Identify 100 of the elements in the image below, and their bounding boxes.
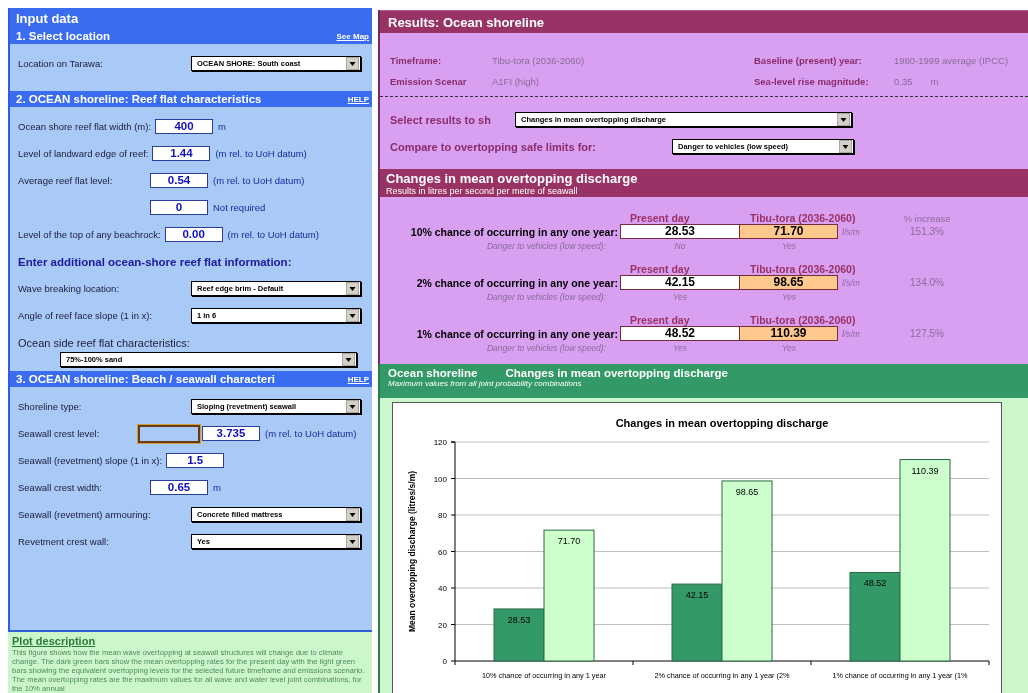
panel-title: Results: Ocean shoreline [380, 10, 1028, 33]
value-cell: 28.53 [620, 224, 740, 239]
danger-value: No [673, 241, 687, 251]
column-heading: Tibu-tora (2036-2060) [749, 263, 856, 275]
value-cell: 42.15 [620, 275, 740, 290]
input-field[interactable]: 0.65 [150, 480, 208, 495]
section-title: Changes in mean overtopping discharge [386, 171, 639, 186]
unit-label: (m rel. to UoH datum) [215, 148, 307, 159]
selected-cell[interactable] [138, 424, 200, 443]
input-field[interactable]: 0 [150, 200, 208, 215]
dropdown-arrow-icon [346, 309, 359, 322]
section-title: 2. OCEAN shoreline: Reef flat characteristics [16, 93, 262, 105]
field-label: Level of the top of any beachrock: [18, 229, 162, 240]
danger-value: Yes [671, 292, 689, 302]
unit-label: l/s/m [841, 277, 861, 288]
input-field[interactable]: 1.44 [152, 146, 211, 161]
column-heading: Present day [629, 212, 690, 224]
axis-tick-label: 120 [433, 438, 447, 447]
unit-label: l/s/m [841, 328, 861, 339]
input-field[interactable]: 0.54 [150, 173, 208, 188]
dropdown-arrow-icon [346, 535, 359, 548]
unit-label: m [930, 76, 939, 87]
percent-increase: 151.3% [909, 226, 945, 237]
data-label: 42.15 [685, 590, 709, 601]
column-heading: % increase [902, 213, 952, 224]
help-link[interactable]: See Map [336, 31, 369, 41]
field-label: Ocean side reef flat characteristics: [18, 337, 190, 349]
danger-label: Danger to vehicles (low speed): [485, 241, 607, 251]
axis-tick-label: 0 [442, 657, 447, 666]
section-subtitle: Results in litres per second per metre of seawall [386, 186, 579, 196]
input-field[interactable]: 400 [155, 119, 214, 134]
column-heading: Tibu-tora (2036-2060) [749, 212, 856, 224]
info-value: Tibu-tora (2036-2060) [492, 55, 585, 66]
section-title: 1. Select location [16, 30, 110, 42]
dropdown-arrow-icon [346, 400, 359, 413]
field-label: Shoreline type: [18, 401, 83, 412]
info-label: Emission Scenar [390, 76, 468, 89]
column-heading: Present day [629, 263, 690, 275]
value-cell: 98.65 [740, 275, 838, 290]
help-link[interactable]: HELP [347, 374, 369, 384]
field-label: Select results to sh [390, 113, 492, 126]
value-cell: 71.70 [740, 224, 838, 239]
field-label: Seawall (revetment) slope (1 in x): [18, 455, 164, 466]
data-label: 98.65 [735, 486, 759, 497]
info-label: Sea-level rise magnitude: [754, 76, 870, 89]
subheading: Enter additional ocean-shore reef flat information: [18, 255, 292, 268]
input-field[interactable]: 0.00 [164, 227, 223, 242]
value-cell: 110.39 [740, 326, 838, 341]
dropdown-arrow-icon [346, 282, 359, 295]
info-label: Baseline (present) year: [754, 55, 863, 68]
axis-tick-label: 100 [433, 474, 447, 484]
dropdown-arrow-icon [346, 57, 359, 70]
field-label: Seawall (revetment) armouring: [18, 509, 152, 520]
input-field[interactable]: 1.5 [166, 453, 225, 468]
danger-value: Yes [671, 343, 689, 353]
unit-label: l/s/m [841, 226, 861, 237]
chart-title: Changes in mean overtopping discharge [615, 417, 829, 429]
panel-title: Input data [10, 8, 372, 28]
field-label: Location on Tarawa: [18, 58, 104, 69]
danger-value: Yes [780, 241, 798, 251]
row-label: 10% chance of occurring in any one year: [409, 225, 619, 238]
unit-label: Not required [213, 202, 266, 213]
column-heading: Present day [629, 314, 690, 326]
field-label: Seawall crest level: [18, 428, 101, 439]
percent-increase: 127.5% [909, 328, 945, 339]
axis-title: Mean overtopping discharge (litres/s/m) [407, 470, 417, 633]
field-label: Revetment crest wall: [18, 536, 110, 547]
field-label: Wave breaking location: [18, 283, 121, 294]
section-title: Ocean shoreline [388, 367, 478, 379]
field-label: Ocean shore reef flat width (m): [18, 121, 153, 132]
section-title: 3. OCEAN shoreline: Beach / seawall characteri [16, 373, 275, 385]
section-subtitle: Maximum values from all joint probability combinations [388, 379, 583, 388]
axis-tick-label: 60 [438, 547, 447, 557]
section-title: Changes in mean overtopping discharge [505, 367, 728, 379]
dropdown-arrow-icon [346, 508, 359, 521]
axis-tick-label: 40 [438, 584, 447, 593]
percent-increase: 134.0% [909, 277, 945, 288]
help-link[interactable]: HELP [347, 94, 369, 104]
danger-value: Yes [780, 343, 798, 353]
danger-label: Danger to vehicles (low speed): [485, 343, 607, 353]
info-value: 1980-1999 average (IPCC) [894, 55, 1009, 66]
field-label: Level of landward edge of reef: [18, 148, 150, 159]
info-value: 0.35 [894, 76, 913, 87]
data-label: 110.39 [911, 465, 939, 476]
unit-label: (m rel. to UoH datum) [213, 175, 305, 186]
data-label: 48.52 [863, 578, 887, 589]
danger-label: Danger to vehicles (low speed): [485, 292, 607, 302]
dropdown-arrow-icon [839, 140, 852, 153]
description-title: Plot description [12, 635, 97, 647]
dropdown-arrow-icon [342, 352, 355, 366]
row-label: 2% chance of occurring in any one year: [415, 276, 619, 289]
input-field[interactable]: 3.735 [202, 426, 260, 441]
unit-label: m [218, 121, 226, 132]
data-label: 28.53 [507, 614, 531, 625]
field-label: Angle of reef face slope (1 in x): [18, 310, 154, 321]
axis-tick-label: 80 [438, 511, 447, 520]
field-label: Compare to overtopping safe limits for: [390, 140, 597, 153]
data-label: 71.70 [557, 536, 581, 547]
unit-label: (m rel. to UoH datum) [227, 229, 319, 240]
row-label: 1% chance of occurring in any one year: [415, 327, 619, 340]
